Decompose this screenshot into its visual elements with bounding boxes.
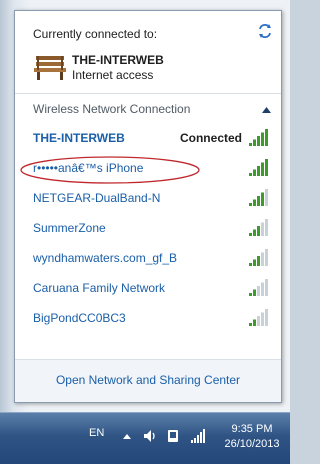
- currently-connected-label: Currently connected to:: [33, 27, 158, 41]
- signal-bar: [265, 129, 268, 146]
- network-ssid: Caruana Family Network: [33, 281, 166, 295]
- signal-bar: [257, 166, 260, 176]
- signal-bar: [249, 233, 252, 236]
- chevron-up-icon[interactable]: [119, 428, 135, 444]
- wifi-signal-icon[interactable]: [190, 428, 206, 444]
- chevron-up-icon[interactable]: [262, 107, 271, 113]
- network-ssid: wyndhamwaters.com_gf_B: [33, 251, 178, 265]
- network-item[interactable]: r•••••anâ€™s iPhone: [15, 154, 281, 184]
- connected-network-status: Internet access: [72, 68, 154, 82]
- signal-bar: [253, 259, 256, 266]
- signal-bar: [257, 256, 260, 266]
- signal-bar: [249, 173, 252, 176]
- signal-bar: [261, 312, 264, 326]
- signal-bar: [249, 323, 252, 326]
- network-item[interactable]: SummerZone: [15, 214, 281, 244]
- connected-network-name: THE-INTERWEB: [72, 53, 164, 67]
- network-item[interactable]: THE-INTERWEB Connected: [15, 124, 281, 154]
- signal-bar: [257, 316, 260, 326]
- signal-bar: [249, 143, 252, 146]
- signal-bar: [253, 289, 256, 296]
- signal-bar: [265, 159, 268, 176]
- network-ssid: r•••••anâ€™s iPhone: [33, 161, 144, 175]
- signal-bar: [265, 219, 268, 236]
- footer: Open Network and Sharing Center: [15, 359, 281, 402]
- network-ssid: BigPondCC0BC3: [33, 311, 126, 325]
- signal-strength-icon: [249, 219, 268, 236]
- language-indicator[interactable]: EN: [89, 427, 104, 439]
- signal-bar: [261, 282, 264, 296]
- signal-bar: [257, 226, 260, 236]
- signal-strength-icon: [249, 279, 268, 296]
- connected-section: Currently connected to: THE-INTERWEB Int…: [15, 11, 281, 94]
- taskbar: EN 9:35 PM 26/10/2013: [0, 412, 290, 464]
- signal-bar: [265, 249, 268, 266]
- network-item[interactable]: wyndhamwaters.com_gf_B: [15, 244, 281, 274]
- network-ssid: SummerZone: [33, 221, 106, 235]
- signal-bar: [253, 229, 256, 236]
- network-status: Connected: [179, 131, 242, 145]
- network-ssid: THE-INTERWEB: [33, 131, 125, 145]
- signal-bar: [261, 132, 264, 146]
- action-center-icon[interactable]: [165, 428, 181, 444]
- signal-bar: [261, 252, 264, 266]
- clock-date: 26/10/2013: [224, 438, 280, 450]
- signal-bar: [265, 279, 268, 296]
- signal-bar: [257, 196, 260, 206]
- signal-bar: [265, 309, 268, 326]
- signal-bar: [261, 162, 264, 176]
- signal-strength-icon: [249, 309, 268, 326]
- network-item[interactable]: BigPondCC0BC3: [15, 304, 281, 334]
- section-title: Wireless Network Connection: [33, 102, 191, 116]
- network-item[interactable]: NETGEAR-DualBand-N: [15, 184, 281, 214]
- signal-strength-icon: [249, 159, 268, 176]
- signal-bar: [253, 169, 256, 176]
- clock[interactable]: 9:35 PM 26/10/2013: [222, 422, 282, 452]
- signal-bar: [257, 286, 260, 296]
- refresh-icon[interactable]: [257, 23, 273, 39]
- signal-bar: [253, 199, 256, 206]
- network-flyout: Currently connected to: THE-INTERWEB Int…: [14, 10, 282, 403]
- bench-icon: [34, 56, 66, 80]
- signal-bar: [253, 139, 256, 146]
- signal-bar: [249, 263, 252, 266]
- signal-bar: [249, 203, 252, 206]
- open-network-sharing-center-link[interactable]: Open Network and Sharing Center: [15, 373, 281, 387]
- network-ssid: NETGEAR-DualBand-N: [33, 191, 161, 205]
- signal-strength-icon: [249, 189, 268, 206]
- signal-bar: [265, 189, 268, 206]
- signal-strength-icon: [249, 129, 268, 146]
- signal-bar: [261, 222, 264, 236]
- speaker-icon[interactable]: [142, 428, 158, 444]
- clock-time: 9:35 PM: [231, 423, 273, 435]
- signal-bar: [253, 319, 256, 326]
- signal-bar: [257, 136, 260, 146]
- network-item[interactable]: Caruana Family Network: [15, 274, 281, 304]
- signal-bar: [261, 192, 264, 206]
- network-list: THE-INTERWEB Connected r•••••anâ€™s iPhone…: [15, 124, 281, 334]
- signal-bar: [249, 293, 252, 296]
- signal-strength-icon: [249, 249, 268, 266]
